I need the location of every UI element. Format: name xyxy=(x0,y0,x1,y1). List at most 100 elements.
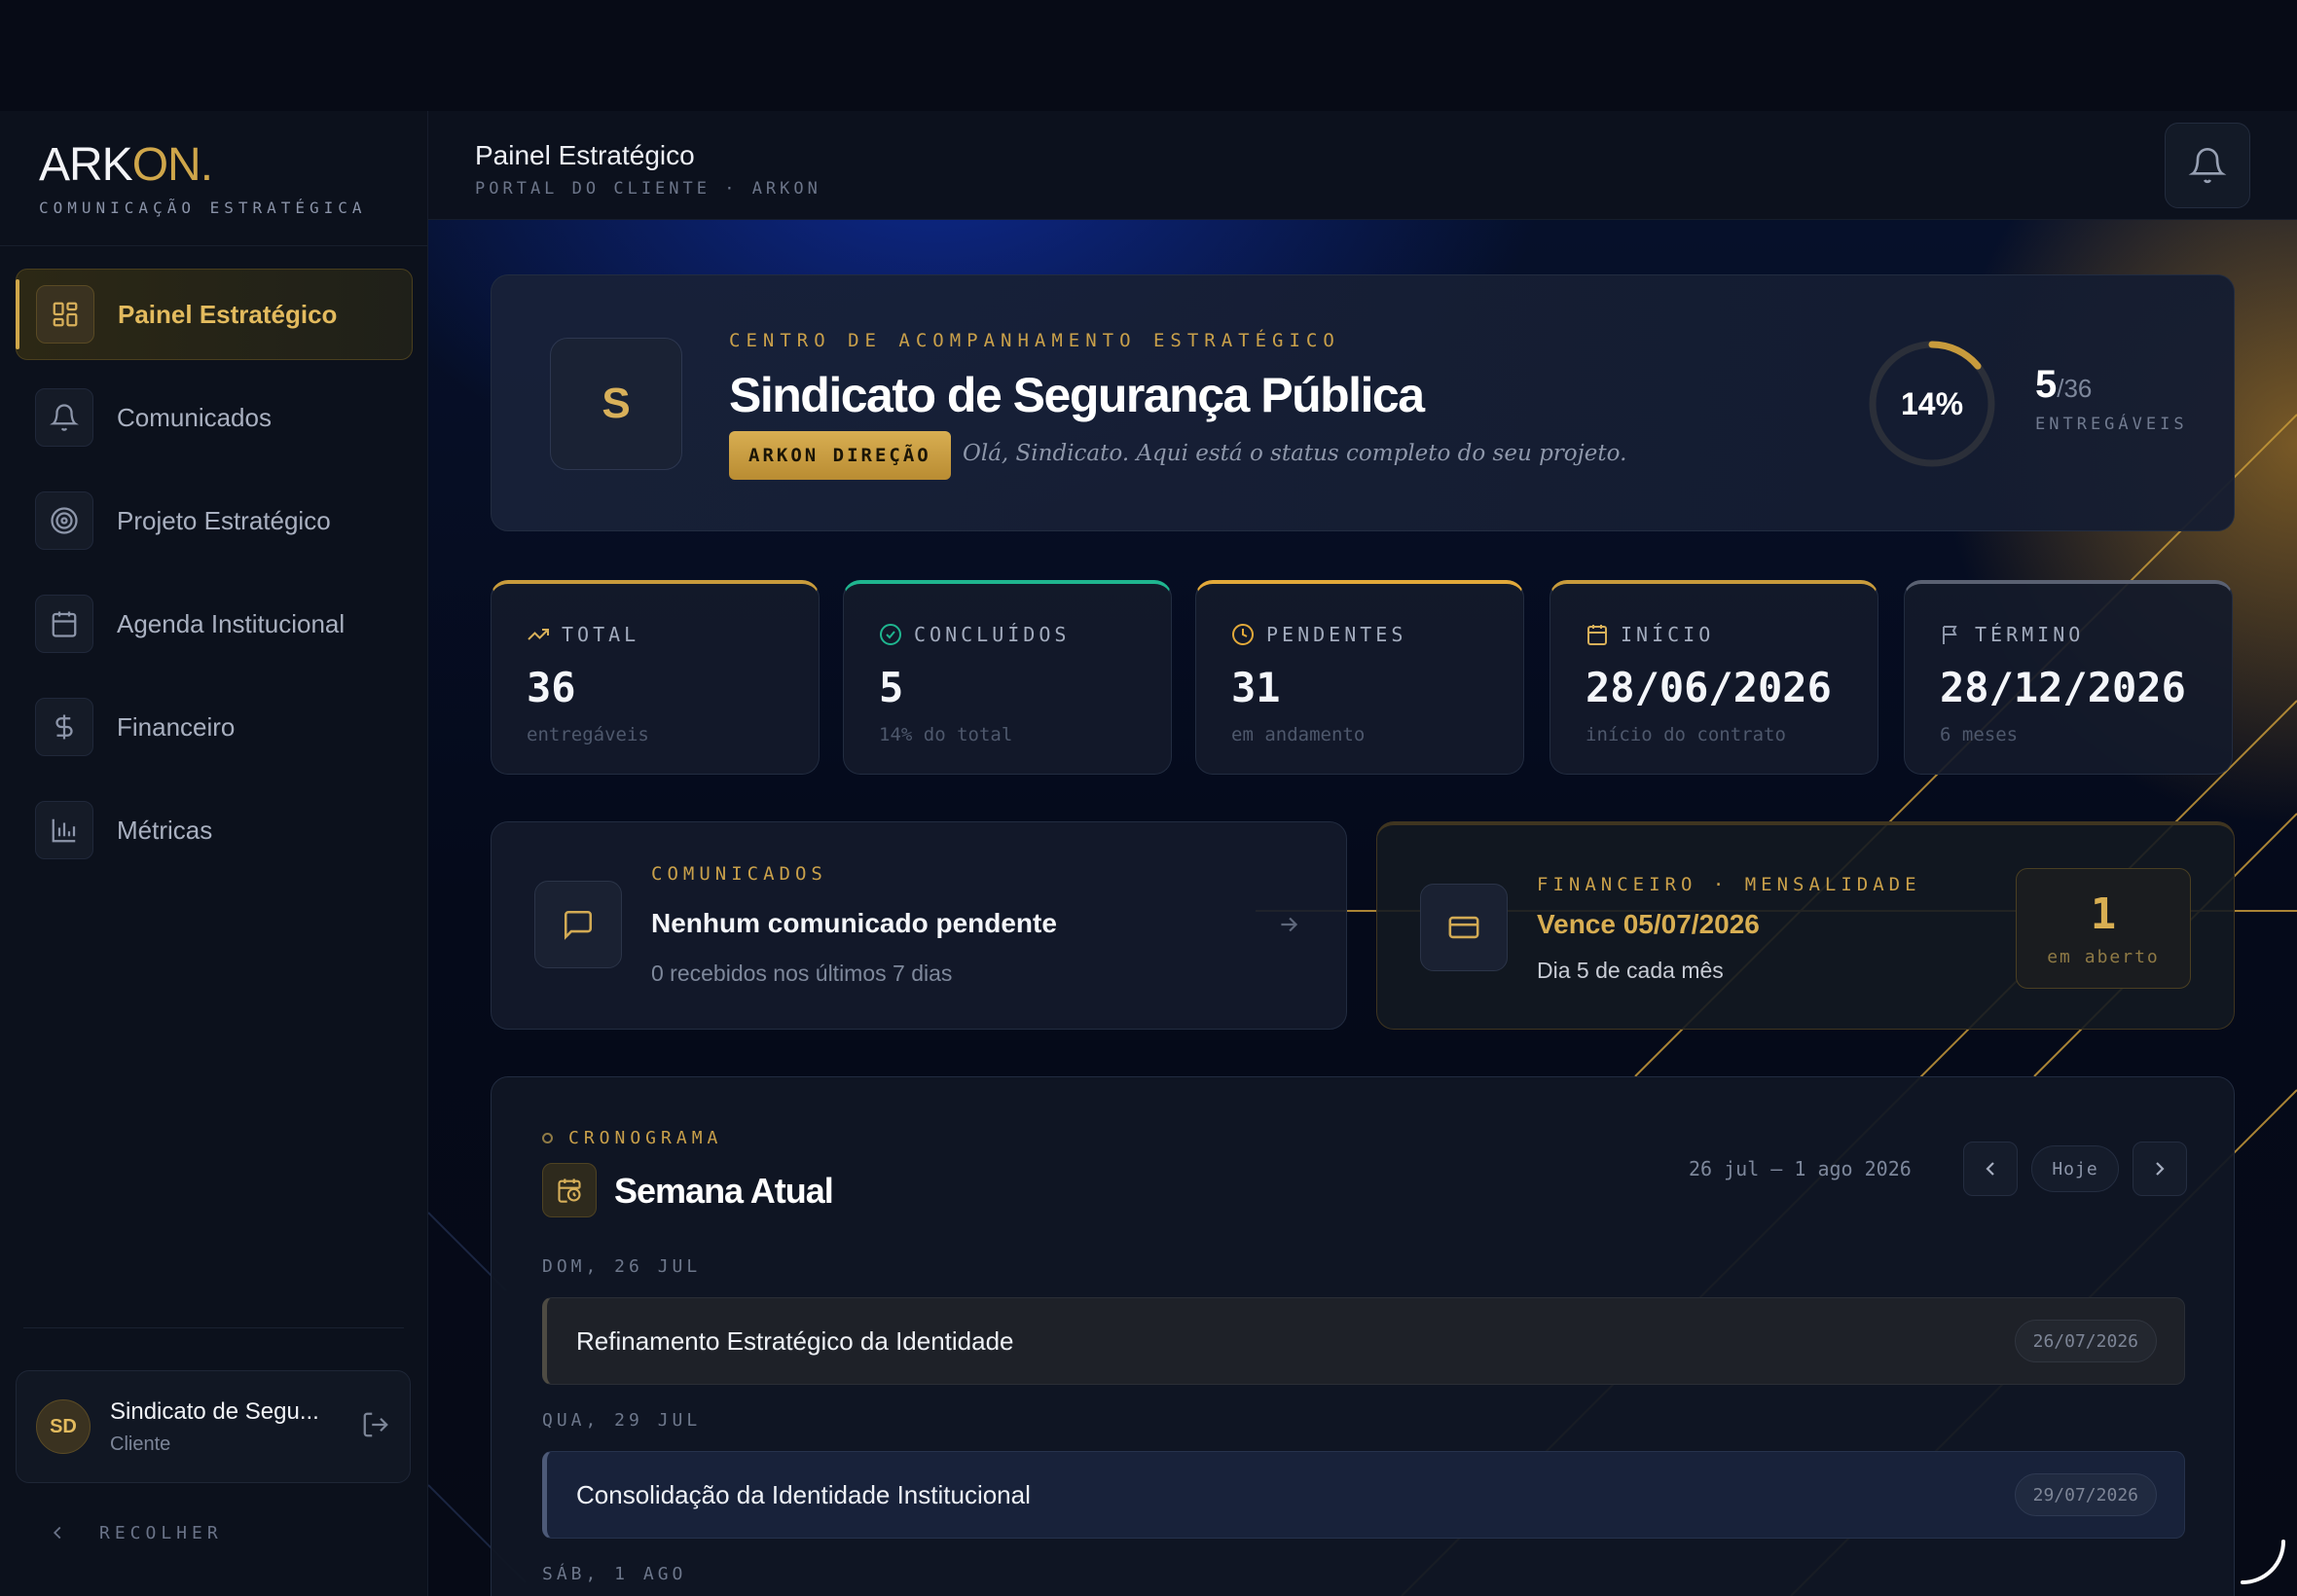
sidebar: ARKON. COMUNICAÇÃO ESTRATÉGICA Painel Es… xyxy=(0,111,428,1596)
arrow-right-icon xyxy=(1276,912,1301,942)
logo-accent: ON. xyxy=(131,139,213,191)
schedule-card: CRONOGRAMA Semana Atual 26 jul – 1 ago 2… xyxy=(491,1076,2235,1596)
top-header: Painel Estratégico PORTAL DO CLIENTE · A… xyxy=(428,111,2297,220)
loading-spinner-icon xyxy=(2241,1540,2285,1584)
stat-value: 36 xyxy=(527,664,576,711)
communications-subtitle: 0 recebidos nos últimos 7 dias xyxy=(651,961,953,986)
stat-note: em andamento xyxy=(1231,724,1366,745)
open-count: 1 xyxy=(2090,889,2117,939)
stat-value: 28/12/2026 xyxy=(1940,664,2186,711)
divider xyxy=(23,1327,404,1328)
event-date-badge: 29/07/2026 xyxy=(2014,1473,2157,1516)
collapse-label: RECOLHER xyxy=(99,1522,223,1543)
calendar-icon xyxy=(35,595,93,653)
sidebar-item-label: Comunicados xyxy=(117,402,272,432)
stat-note: entregáveis xyxy=(527,724,649,745)
stat-card-concluidos: CONCLUÍDOS 5 14% do total xyxy=(843,580,1172,775)
bell-icon xyxy=(2188,148,2227,184)
sidebar-item-financeiro[interactable]: Financeiro xyxy=(16,681,413,773)
stat-label: INÍCIO xyxy=(1621,623,1715,646)
sidebar-item-painel-estrategico[interactable]: Painel Estratégico xyxy=(16,269,413,360)
check-circle-icon xyxy=(879,623,902,646)
finance-eyebrow: FINANCEIRO · MENSALIDADE xyxy=(1537,874,1921,895)
client-initial: S xyxy=(550,338,682,470)
calendar-icon xyxy=(1586,623,1609,646)
user-name: Sindicato de Segu... xyxy=(110,1397,319,1425)
sidebar-item-metricas[interactable]: Métricas xyxy=(16,784,413,876)
day-label: QUA, 29 JUL xyxy=(542,1410,702,1431)
clock-icon xyxy=(1231,623,1255,646)
page-subtitle: PORTAL DO CLIENTE · ARKON xyxy=(475,179,821,199)
dollar-icon xyxy=(35,698,93,756)
hero-eyebrow: CENTRO DE ACOMPANHAMENTO ESTRATÉGICO xyxy=(729,330,1340,351)
open-invoices-badge: 1 em aberto xyxy=(2016,868,2191,989)
chevron-left-icon xyxy=(53,1526,61,1540)
divider xyxy=(0,245,427,246)
logout-icon[interactable] xyxy=(361,1410,390,1444)
stat-note: início do contrato xyxy=(1586,724,1786,745)
day-label: DOM, 26 JUL xyxy=(542,1256,702,1277)
stat-label: TOTAL xyxy=(562,623,640,646)
user-role: Cliente xyxy=(110,1433,171,1455)
stat-note: 14% do total xyxy=(879,724,1013,745)
chevron-left-icon xyxy=(1986,1162,1994,1176)
date-range: 26 jul – 1 ago 2026 xyxy=(1689,1157,1912,1180)
deliverables-count: 5/36 ENTREGÁVEIS xyxy=(2035,363,2188,434)
previous-week-button[interactable] xyxy=(1963,1142,2018,1196)
stat-label: CONCLUÍDOS xyxy=(914,623,1071,646)
notifications-button[interactable] xyxy=(2165,123,2250,208)
calendar-clock-icon xyxy=(542,1163,597,1217)
page-title: Painel Estratégico xyxy=(475,140,695,170)
finance-subtitle: Dia 5 de cada mês xyxy=(1537,958,1724,983)
communications-title: Nenhum comunicado pendente xyxy=(651,908,1057,938)
stat-label: TÉRMINO xyxy=(1975,623,2085,646)
stat-value: 31 xyxy=(1231,664,1281,711)
delivered-total: /36 xyxy=(2057,374,2093,403)
event-date-badge: 26/07/2026 xyxy=(2014,1320,2157,1362)
communications-eyebrow: COMUNICADOS xyxy=(651,863,827,885)
sidebar-item-projeto-estrategico[interactable]: Projeto Estratégico xyxy=(16,475,413,566)
sidebar-item-label: Projeto Estratégico xyxy=(117,505,331,535)
finance-card[interactable]: FINANCEIRO · MENSALIDADE Vence 05/07/202… xyxy=(1376,821,2235,1030)
chevron-right-icon xyxy=(2156,1162,2165,1176)
brand-logo[interactable]: ARKON. COMUNICAÇÃO ESTRATÉGICA xyxy=(39,139,367,218)
sidebar-item-label: Financeiro xyxy=(117,711,236,742)
brand-tagline: COMUNICAÇÃO ESTRATÉGICA xyxy=(39,199,367,217)
schedule-title: Semana Atual xyxy=(614,1171,834,1211)
open-label: em aberto xyxy=(2047,947,2160,967)
next-week-button[interactable] xyxy=(2133,1142,2187,1196)
schedule-event[interactable]: Consolidação da Identidade Institucional… xyxy=(542,1451,2185,1539)
schedule-eyebrow-label: CRONOGRAMA xyxy=(568,1128,723,1148)
stat-card-pendentes: PENDENTES 31 em andamento xyxy=(1195,580,1524,775)
today-button[interactable]: Hoje xyxy=(2031,1145,2119,1192)
sidebar-item-agenda-institucional[interactable]: Agenda Institucional xyxy=(16,578,413,670)
flag-icon xyxy=(1940,623,1963,646)
message-icon xyxy=(534,881,622,968)
bar-chart-icon xyxy=(35,801,93,859)
stat-note: 6 meses xyxy=(1940,724,2019,745)
collapse-button[interactable]: RECOLHER xyxy=(47,1522,223,1543)
progress-percent: 14% xyxy=(1900,385,1964,421)
main-content: S CENTRO DE ACOMPANHAMENTO ESTRATÉGICO S… xyxy=(428,220,2297,1596)
client-name: Sindicato de Segurança Pública xyxy=(729,368,1425,422)
day-label: SÁB, 1 AGO xyxy=(542,1564,687,1584)
communications-card[interactable]: COMUNICADOS Nenhum comunicado pendente 0… xyxy=(491,821,1347,1030)
sidebar-item-label: Métricas xyxy=(117,815,213,845)
stat-card-total: TOTAL 36 entregáveis xyxy=(491,580,820,775)
sidebar-item-label: Painel Estratégico xyxy=(118,299,338,329)
schedule-event[interactable]: Refinamento Estratégico da Identidade 26… xyxy=(542,1297,2185,1385)
finance-due-date: Vence 05/07/2026 xyxy=(1537,909,1760,939)
sidebar-item-comunicados[interactable]: Comunicados xyxy=(16,372,413,463)
circle-icon xyxy=(542,1133,553,1143)
credit-card-icon xyxy=(1420,884,1508,971)
event-title: Consolidação da Identidade Institucional xyxy=(576,1479,1031,1509)
status-badge: ARKON DIREÇÃO xyxy=(729,431,951,480)
stat-value: 5 xyxy=(879,664,904,711)
target-icon xyxy=(35,491,93,550)
user-card[interactable]: SD Sindicato de Segu... Cliente xyxy=(16,1370,411,1483)
sidebar-item-label: Agenda Institucional xyxy=(117,608,346,638)
dashboard-grid-icon xyxy=(36,285,94,344)
sidebar-nav: Painel Estratégico Comunicados Projeto E… xyxy=(16,269,413,888)
logo-main: ARK xyxy=(39,139,133,191)
greeting-text: Olá, Sindicato. Aqui está o status compl… xyxy=(963,441,1627,466)
